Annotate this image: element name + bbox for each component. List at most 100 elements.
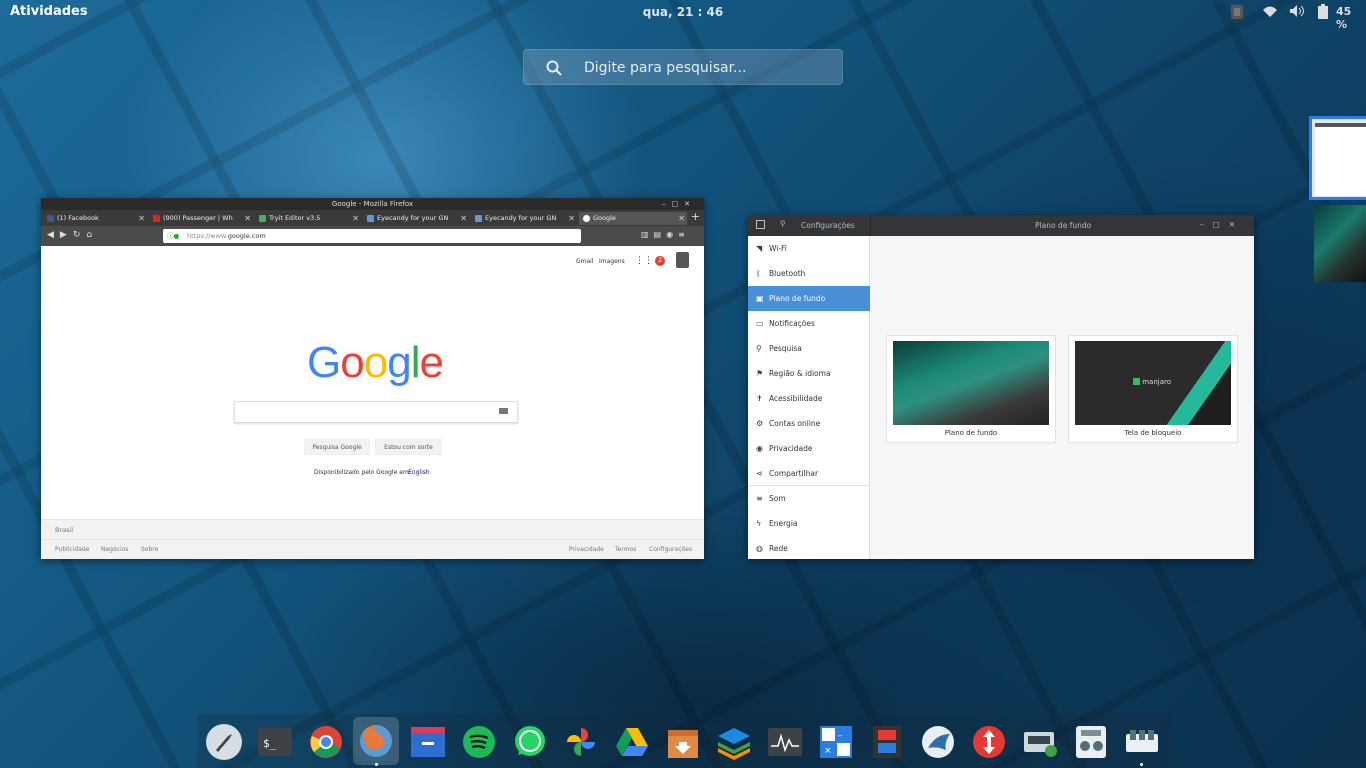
sidebar-item-online-accounts[interactable]: ⚙ Contas online — [748, 411, 870, 436]
extension-icon[interactable] — [1230, 4, 1244, 20]
url-domain: google.com — [227, 232, 266, 240]
google-page: Gmail Imagens ⋮⋮⋮ 2 Google Pesquisa Goog… — [41, 246, 704, 559]
language-link[interactable]: English — [408, 469, 430, 476]
close-icon[interactable]: ✕ — [244, 212, 251, 225]
running-indicator — [1140, 763, 1143, 766]
close-icon[interactable]: ✕ — [138, 212, 145, 225]
close-icon[interactable]: ✕ — [568, 212, 575, 225]
notification-badge[interactable]: 2 — [655, 256, 665, 266]
tab-tryit[interactable]: Tryit Editor v3.5 ✕ — [255, 212, 361, 225]
sidebar-item-privacy[interactable]: ◉ Privacidade — [748, 436, 870, 461]
spotify-icon[interactable] — [459, 722, 499, 762]
lockscreen-card[interactable]: manjaro Tela de bloqueio — [1068, 335, 1238, 443]
toolbar-icons[interactable]: ▥▤◉≡ — [641, 230, 690, 239]
tab-google[interactable]: Google ✕ — [579, 212, 687, 225]
window-controls[interactable]: –□✕ — [1200, 220, 1244, 229]
offered-in-text: Disponibilizado pelo Google em: — [314, 469, 411, 476]
files-icon[interactable] — [408, 722, 448, 762]
sidebar-item-bluetooth[interactable]: ᛒ Bluetooth — [748, 261, 870, 286]
wifi-icon[interactable] — [1262, 5, 1278, 18]
background-card[interactable]: Plano de fundo — [886, 335, 1056, 443]
google-search-button[interactable]: Pesquisa Google — [304, 439, 370, 455]
whatsapp-icon[interactable] — [510, 722, 550, 762]
sidebar-item-sharing[interactable]: ⋖ Compartilhar — [748, 461, 870, 486]
sidebar-item-label: Plano de fundo — [769, 294, 826, 303]
footer-link[interactable]: Publicidade — [55, 546, 89, 553]
footer-link[interactable]: Sobre — [141, 546, 158, 553]
new-tab-button[interactable]: + — [691, 210, 700, 223]
cassette-icon[interactable] — [1020, 722, 1060, 762]
launcher-icon[interactable] — [204, 722, 244, 762]
video-editor-icon[interactable] — [867, 722, 907, 762]
calculator-icon[interactable]: – × — [816, 722, 856, 762]
tab-youtube[interactable]: (900) Passenger | Wh ✕ — [149, 212, 253, 225]
tab-eyecandy-2[interactable]: Eyecandy for your GN ✕ — [471, 212, 577, 225]
close-icon[interactable]: ✕ — [460, 212, 467, 225]
system-monitor-icon[interactable] — [765, 722, 805, 762]
images-link[interactable]: Imagens — [599, 258, 625, 265]
mixer-icon[interactable] — [1071, 722, 1111, 762]
tab-label: Eyecandy for your GN — [377, 214, 449, 222]
google-photos-icon[interactable] — [561, 722, 601, 762]
sidebar-item-label: Energia — [769, 519, 798, 528]
archive-manager-icon[interactable] — [663, 722, 703, 762]
sidebar-item-power[interactable]: ϟ Energia — [748, 511, 870, 536]
lucky-button[interactable]: Estou com sorte — [375, 439, 442, 455]
firefox-window[interactable]: Google - Mozilla Firefox –□✕ (1) Faceboo… — [41, 198, 704, 559]
footer-link[interactable]: Configurações — [649, 546, 692, 553]
workspace-1-thumbnail[interactable] — [1309, 116, 1366, 200]
share-icon: ⋖ — [756, 469, 763, 478]
google-drive-icon[interactable] — [612, 722, 652, 762]
background-icon: ▣ — [756, 294, 764, 303]
chrome-icon[interactable] — [306, 722, 346, 762]
nav-buttons[interactable]: ◀▶↻⌂ — [47, 230, 98, 240]
workspace-2-thumbnail[interactable] — [1314, 205, 1366, 282]
close-icon[interactable]: ✕ — [678, 212, 685, 225]
country-label: Brasil — [55, 526, 74, 534]
tab-facebook[interactable]: (1) Facebook ✕ — [43, 212, 147, 225]
settings-tool-icon[interactable] — [1122, 722, 1162, 762]
layers-icon[interactable] — [714, 722, 754, 762]
tab-eyecandy[interactable]: Eyecandy for your GN ✕ — [363, 212, 469, 225]
svg-text:–: – — [838, 731, 843, 741]
bird-app-icon[interactable] — [918, 722, 958, 762]
sidebar-item-label: Região & idioma — [769, 369, 831, 378]
sidebar-item-sound[interactable]: ≡ Som — [748, 486, 870, 511]
sidebar-item-wifi[interactable]: ◥ Wi-Fi — [748, 236, 870, 261]
transmission-icon[interactable] — [969, 722, 1009, 762]
footer-link[interactable]: Termos — [615, 546, 636, 553]
background-thumbnail — [893, 341, 1049, 425]
url-bar[interactable]: ⓘ● https://www.google.com — [163, 229, 581, 243]
close-icon[interactable]: ✕ — [352, 212, 359, 225]
search-input[interactable]: Digite para pesquisar... — [523, 49, 843, 85]
firefox-icon[interactable] — [353, 717, 399, 765]
volume-icon[interactable] — [1289, 4, 1305, 18]
sidebar-item-region[interactable]: ⚑ Região & idioma — [748, 361, 870, 386]
avatar[interactable] — [676, 252, 689, 268]
url-prefix: https://www. — [187, 232, 228, 240]
keyboard-icon[interactable] — [499, 408, 508, 414]
google-search-box[interactable] — [234, 401, 518, 423]
clock[interactable]: qua, 21 : 46 — [0, 5, 1366, 19]
background-card-label: Plano de fundo — [944, 429, 998, 437]
sidebar-item-accessibility[interactable]: ✝ Acessibilidade — [748, 386, 870, 411]
battery-icon[interactable] — [1318, 4, 1328, 19]
tab-label: (900) Passenger | Wh — [163, 214, 233, 222]
footer-link[interactable]: Negócios — [101, 546, 128, 553]
sidebar-item-network[interactable]: ◍ Rede — [748, 536, 870, 559]
notifications-icon: ▭ — [756, 319, 764, 328]
gmail-link[interactable]: Gmail — [576, 258, 594, 265]
sidebar-item-background[interactable]: ▣ Plano de fundo — [748, 286, 870, 311]
gnome-look-icon — [367, 215, 374, 222]
svg-text:×: × — [824, 746, 832, 756]
settings-window[interactable]: ⚲ Configurações Plano de fundo –□✕ ◥ Wi-F… — [748, 215, 1254, 559]
window-controls[interactable]: –□✕ — [662, 198, 696, 210]
terminal-icon[interactable]: $_ — [255, 722, 295, 762]
sidebar-item-notifications[interactable]: ▭ Notificações — [748, 311, 870, 336]
sidebar-item-search[interactable]: ⚲ Pesquisa — [748, 336, 870, 361]
window-title: Google - Mozilla Firefox — [331, 200, 414, 208]
sidebar-item-label: Som — [769, 494, 786, 503]
footer-link[interactable]: Privacidade — [569, 546, 604, 553]
power-icon: ϟ — [756, 519, 762, 528]
search-icon[interactable]: ⚲ — [780, 219, 786, 228]
